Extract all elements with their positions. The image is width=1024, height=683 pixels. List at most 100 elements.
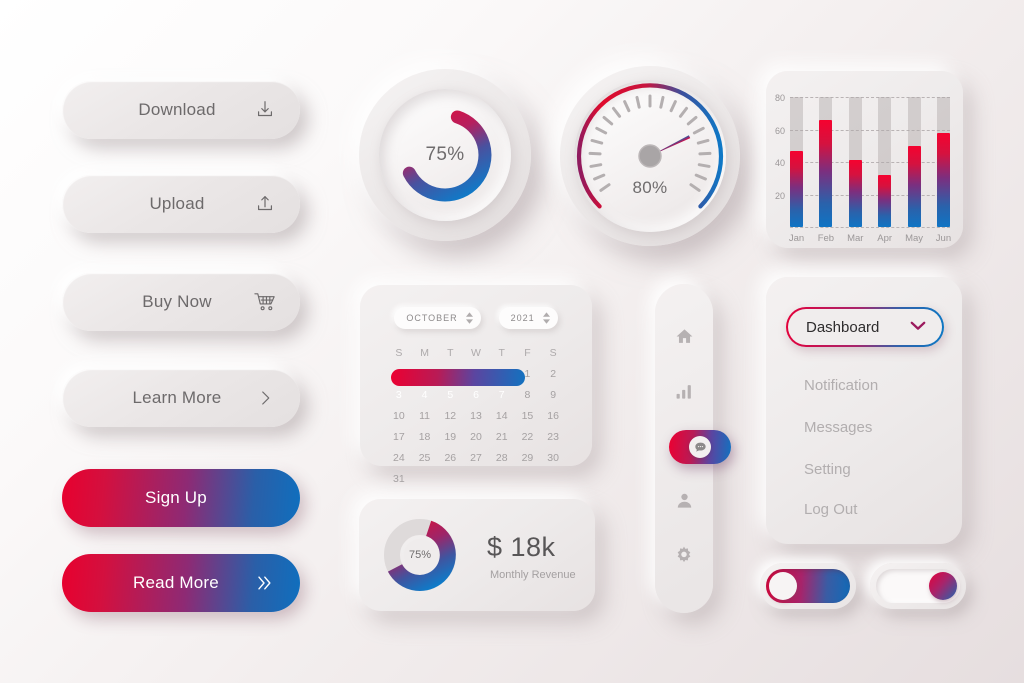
month-value: OCTOBER [406,313,458,323]
cart-icon [252,289,278,315]
calendar-blank [463,365,489,384]
revenue-donut-center: 75% [404,539,436,571]
bar-column: Jun [936,97,951,244]
ytick-label-20: 20 [774,190,785,201]
bar-value [878,175,892,227]
toggle-off-knob[interactable] [929,572,957,600]
calendar-day[interactable]: 21 [489,428,515,447]
calendar-dow: T [447,347,454,359]
sign-up-button[interactable]: Sign Up [62,469,300,527]
year-spinner-arrows[interactable] [542,312,550,324]
bar-value [819,119,833,227]
nav-item-profile[interactable] [655,476,713,531]
calendar-day[interactable]: 14 [489,407,515,426]
calendar-grid[interactable]: S M T W T F S 1 2 3 4 5 6 7 8 9 10 11 12 13 14 15 16 17 18 19 20 21… [386,343,566,489]
bar-series: Jan Feb Mar Apr May Jun [789,97,951,244]
speedometer-gauge[interactable]: 80% [560,66,740,246]
calendar-day[interactable]: 22 [515,428,541,447]
download-button[interactable]: Download [62,81,300,139]
calendar-dow: W [471,347,481,359]
calendar-day[interactable]: 2 [540,365,566,384]
calendar-dow: F [524,347,531,359]
calendar-day-selected[interactable]: 3 [386,386,412,405]
chevron-down-icon [910,318,926,336]
nav-item-home[interactable] [655,312,713,367]
dropdown-menu: Dashboard Notification Messages Setting … [766,277,962,544]
calendar-day[interactable]: 19 [437,428,463,447]
dropdown-item-messages[interactable]: Messages [804,419,872,436]
toggle-off-track [876,569,960,603]
bar-column: Jan [789,97,804,244]
ytick-label-80: 80 [774,93,785,103]
xtick-label: May [905,233,924,244]
toggle-off[interactable] [870,563,966,609]
calendar-day[interactable]: 30 [540,449,566,468]
nav-rail [655,284,731,613]
home-icon [675,327,694,351]
bar-chart: 80 60 40 20 Jan Feb Mar Apr May Jun [775,93,951,244]
calendar-day[interactable]: 23 [540,428,566,447]
toggle-on[interactable] [760,563,856,609]
calendar-day-selected[interactable]: 4 [412,386,438,405]
read-more-button[interactable]: Read More [62,554,300,612]
calendar-day[interactable]: 8 [515,386,541,405]
double-chevron-right-icon [252,573,276,593]
dropdown-item-notification[interactable]: Notification [804,377,878,394]
calendar-day[interactable]: 28 [489,449,515,468]
buy-now-button[interactable]: Buy Now [62,273,300,331]
calendar-header: OCTOBER 2021 [360,307,592,329]
calendar-day[interactable]: 16 [540,407,566,426]
month-spinner[interactable]: OCTOBER [394,307,481,329]
buy-now-button-label: Buy Now [142,292,212,311]
xtick-label: Feb [817,233,835,244]
year-value: 2021 [510,313,535,323]
nav-item-analytics[interactable] [655,367,713,422]
calendar-day[interactable]: 25 [412,449,438,468]
calendar-day[interactable]: 1 [515,365,541,384]
calendar-day[interactable]: 29 [515,449,541,468]
calendar-day[interactable]: 26 [437,449,463,468]
xtick-label: Mar [847,233,864,244]
revenue-donut-value: 75% [408,549,432,561]
xtick-label: Jun [935,233,952,244]
calendar-day[interactable]: 17 [386,428,412,447]
calendar-day[interactable]: 20 [463,428,489,447]
progress-knob[interactable]: 75% [359,69,531,241]
speedometer-graphics [576,83,724,209]
bar-value [848,160,862,227]
calendar-day-selected[interactable]: 7 [489,386,515,405]
calendar-day[interactable]: 10 [386,407,412,426]
year-spinner[interactable]: 2021 [498,307,558,329]
calendar-day[interactable]: 18 [412,428,438,447]
chevron-right-icon [252,385,278,411]
calendar-day[interactable]: 13 [463,407,489,426]
nav-active-chat-pill[interactable] [669,430,731,464]
calendar-day-selected[interactable]: 6 [463,386,489,405]
upload-button[interactable]: Upload [62,175,300,233]
bar-value [907,145,921,227]
calendar-day[interactable]: 9 [540,386,566,405]
xtick-label: Apr [877,233,893,244]
calendar-day-selected[interactable]: 5 [437,386,463,405]
toggle-on-knob[interactable] [769,572,797,600]
dropdown-selected-inner: Dashboard [788,309,942,345]
calendar-dow: M [420,347,429,359]
calendar-day[interactable]: 24 [386,449,412,468]
calendar-day[interactable]: 12 [437,407,463,426]
calendar-dow: S [549,347,557,359]
calendar-day[interactable]: 15 [515,407,541,426]
person-icon [675,491,694,515]
dropdown-item-logout[interactable]: Log Out [804,501,857,518]
revenue-amount: $ 18k [487,532,556,562]
calendar-day[interactable]: 11 [412,407,438,426]
dropdown-selected[interactable]: Dashboard [786,307,944,347]
learn-more-button[interactable]: Learn More [62,369,300,427]
calendar-day[interactable]: 31 [386,470,412,489]
bar-value [790,150,803,227]
calendar-day[interactable]: 27 [463,449,489,468]
dropdown-item-setting[interactable]: Setting [804,461,851,478]
speedometer-face: 80% [574,80,726,232]
month-spinner-arrows[interactable] [465,312,473,324]
upload-button-label: Upload [149,194,205,213]
nav-item-settings[interactable] [655,530,713,585]
